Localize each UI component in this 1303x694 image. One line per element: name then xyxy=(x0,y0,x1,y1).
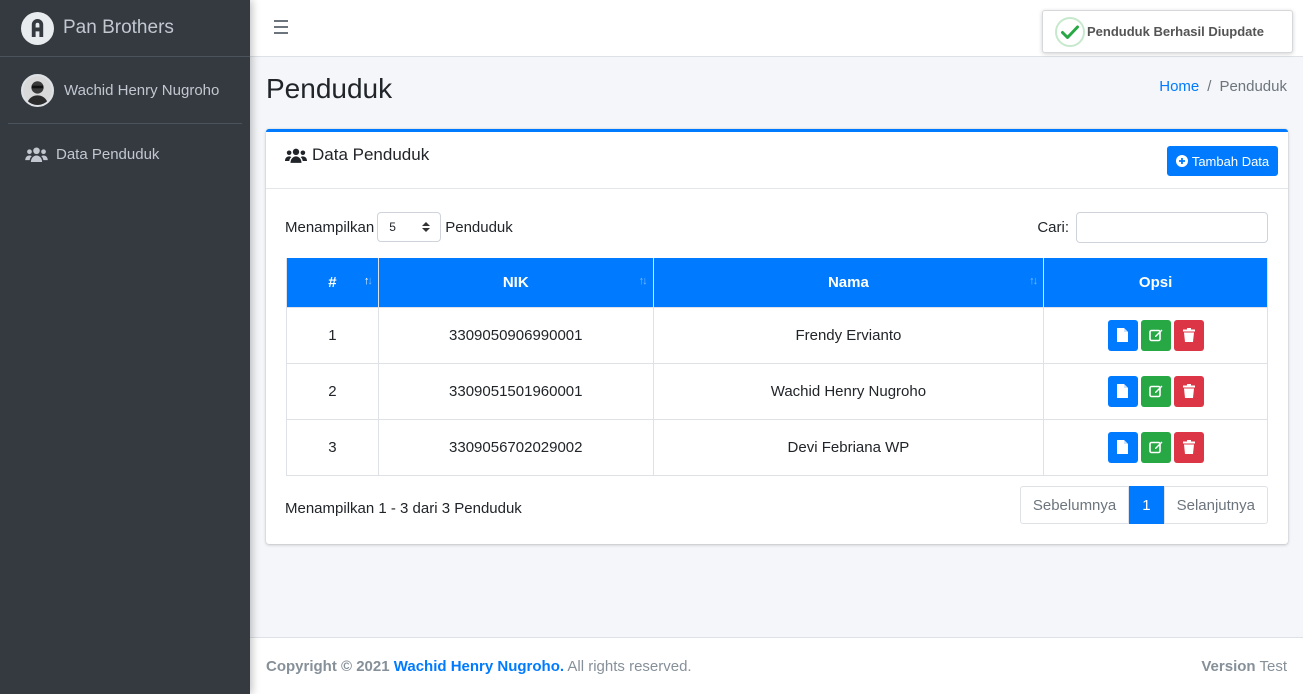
search-control: Cari: xyxy=(1037,212,1268,243)
pagination-next-button[interactable]: Selanjutnya xyxy=(1163,486,1268,524)
trash-icon xyxy=(1182,440,1195,454)
footer: Copyright © 2021 Wachid Henry Nugroho. A… xyxy=(250,637,1303,694)
file-icon xyxy=(1117,384,1129,398)
menu-toggle-icon[interactable] xyxy=(274,20,288,34)
cell-nama: Devi Febriana WP xyxy=(652,418,1045,476)
edit-button[interactable] xyxy=(1140,319,1171,351)
author-link[interactable]: Wachid Henry Nugroho. xyxy=(394,658,564,675)
cell-nik: 3309056702029002 xyxy=(377,418,654,476)
cell-nik: 3309050906990001 xyxy=(377,306,654,364)
table-row: 1 3309050906990001 Frendy Ervianto xyxy=(286,306,1268,364)
page-length-control: Menampilkan 5 Penduduk xyxy=(285,212,513,242)
search-input[interactable] xyxy=(1076,212,1268,243)
add-data-button[interactable]: Tambah Data xyxy=(1167,146,1278,176)
search-label: Cari: xyxy=(1037,219,1069,236)
edit-button[interactable] xyxy=(1140,431,1171,463)
data-table: # ↑↓ NIK ↑↓ Nama ↑↓ Opsi 1 3309050906990… xyxy=(286,258,1268,476)
column-header-label: NIK xyxy=(502,273,529,291)
cell-opsi xyxy=(1043,418,1268,476)
sort-icon: ↑↓ xyxy=(1029,275,1038,287)
edit-button[interactable] xyxy=(1140,375,1171,407)
length-suffix: Penduduk xyxy=(445,218,513,236)
check-icon xyxy=(1055,16,1085,47)
sidebar-item-data-penduduk[interactable]: Data Penduduk xyxy=(8,138,242,171)
rights-text: All rights reserved. xyxy=(567,658,692,675)
pagination-page-button[interactable]: 1 xyxy=(1129,486,1164,524)
edit-icon xyxy=(1148,329,1163,342)
column-header-opsi: Opsi xyxy=(1043,258,1268,307)
table-row: 2 3309051501960001 Wachid Henry Nugroho xyxy=(286,362,1268,420)
detail-button[interactable] xyxy=(1107,375,1138,407)
detail-button[interactable] xyxy=(1107,431,1138,463)
users-icon xyxy=(285,148,307,163)
user-name: Wachid Henry Nugroho xyxy=(64,81,220,99)
version-value: Test xyxy=(1259,658,1287,675)
pagination: Sebelumnya 1 Selanjutnya xyxy=(1019,486,1268,524)
sidebar: Pan Brothers Wachid Henry Nugroho Data P… xyxy=(0,0,250,694)
delete-button[interactable] xyxy=(1173,431,1204,463)
sort-asc-icon: ↑↓ xyxy=(363,275,373,287)
breadcrumb-current: Penduduk xyxy=(1219,78,1287,95)
page-length-select[interactable]: 5 xyxy=(377,212,442,242)
success-toast: Penduduk Berhasil Diupdate xyxy=(1042,10,1293,53)
page-title: Penduduk xyxy=(266,73,393,104)
column-header-no[interactable]: # ↑↓ xyxy=(286,258,379,307)
cell-nama: Frendy Ervianto xyxy=(652,306,1045,364)
pagination-prev-button[interactable]: Sebelumnya xyxy=(1019,486,1130,524)
breadcrumb-separator: / xyxy=(1207,78,1212,95)
delete-button[interactable] xyxy=(1173,319,1204,351)
footer-copyright: Copyright © 2021 Wachid Henry Nugroho. A… xyxy=(266,658,692,675)
cell-no: 2 xyxy=(286,362,379,420)
users-icon xyxy=(25,147,49,162)
column-header-label: Opsi xyxy=(1138,273,1173,291)
breadcrumb-home-link[interactable]: Home xyxy=(1159,78,1199,95)
trash-icon xyxy=(1182,328,1195,342)
column-header-nik[interactable]: NIK ↑↓ xyxy=(377,258,654,307)
cell-nik: 3309051501960001 xyxy=(377,362,654,420)
detail-button[interactable] xyxy=(1107,319,1138,351)
plus-circle-icon xyxy=(1175,155,1188,167)
delete-button[interactable] xyxy=(1173,375,1204,407)
cell-no: 3 xyxy=(286,418,379,476)
brand-logo-icon xyxy=(21,11,54,45)
edit-icon xyxy=(1148,441,1163,454)
trash-icon xyxy=(1182,384,1195,398)
toast-message: Penduduk Berhasil Diupdate xyxy=(1087,24,1264,39)
version-label: Version xyxy=(1201,658,1256,675)
cell-opsi xyxy=(1043,306,1268,364)
length-prefix: Menampilkan xyxy=(285,218,375,236)
footer-version: Version Test xyxy=(1201,658,1287,675)
brand-name: Pan Brothers xyxy=(63,17,174,38)
cell-opsi xyxy=(1043,362,1268,420)
data-card: Data Penduduk Tambah Data Menampilkan 5 … xyxy=(266,129,1288,544)
user-panel[interactable]: Wachid Henry Nugroho xyxy=(8,57,242,124)
add-data-label: Tambah Data xyxy=(1191,153,1270,169)
select-arrows-icon xyxy=(422,222,431,232)
edit-icon xyxy=(1148,385,1163,398)
brand-link[interactable]: Pan Brothers xyxy=(0,0,250,57)
file-icon xyxy=(1117,328,1129,342)
breadcrumb: Home / Penduduk xyxy=(1159,78,1287,95)
table-row: 3 3309056702029002 Devi Febriana WP xyxy=(286,418,1268,476)
cell-nama: Wachid Henry Nugroho xyxy=(652,362,1045,420)
copyright-prefix: Copyright © 2021 xyxy=(266,658,390,675)
file-icon xyxy=(1117,440,1129,454)
cell-no: 1 xyxy=(286,306,379,364)
card-title-text: Data Penduduk xyxy=(312,145,430,164)
card-header: Data Penduduk Tambah Data xyxy=(266,132,1288,189)
avatar xyxy=(21,73,54,107)
table-info: Menampilkan 1 - 3 dari 3 Penduduk xyxy=(285,500,522,517)
page-length-value: 5 xyxy=(389,220,396,234)
column-header-label: Nama xyxy=(827,273,869,291)
column-header-nama[interactable]: Nama ↑↓ xyxy=(652,258,1045,307)
sidebar-item-label: Data Penduduk xyxy=(56,146,160,163)
sort-icon: ↑↓ xyxy=(638,275,648,287)
card-title: Data Penduduk xyxy=(285,145,429,165)
column-header-label: # xyxy=(328,273,337,291)
